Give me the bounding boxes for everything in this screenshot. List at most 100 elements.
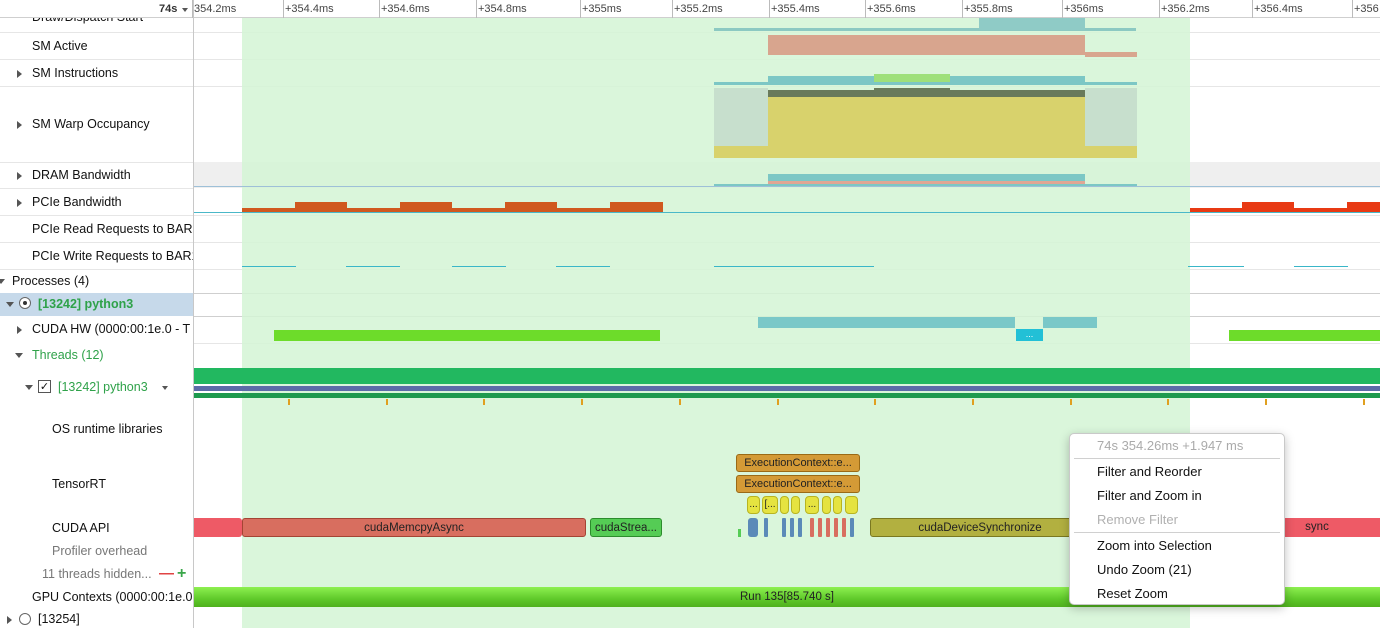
sm-active-peak [979,18,1085,30]
row-label: Threads (12) [32,348,104,362]
row-cuda-api[interactable]: CUDA API [0,520,193,538]
cuda-api-memcpy-small[interactable] [842,518,846,537]
row-threads[interactable]: Threads (12) [0,347,193,365]
ruler-tick-label: +355.2ms [674,3,723,15]
row-dram-bandwidth[interactable]: DRAM Bandwidth [0,167,193,185]
row-label: Processes (4) [12,274,90,288]
row-pcie-write[interactable]: PCIe Write Requests to BAR1 [0,248,193,266]
cuda-api-memcpy-small[interactable] [826,518,830,537]
cuda-api-left-edge[interactable] [194,518,242,537]
expand-arrow-icon[interactable] [17,326,22,334]
cuda-hw-memcpy-2[interactable] [1043,317,1097,328]
thread-sample-mark [776,399,779,405]
row-threads-hidden[interactable]: 11 threads hidden... — + [0,566,193,584]
row-label: 11 threads hidden... [42,567,152,581]
pcie-write-3 [452,266,506,267]
cuda-api-memcpy-small[interactable] [818,518,822,537]
cuda-api-launch[interactable] [764,518,768,537]
row-process-13254[interactable]: [13254] [0,611,193,628]
cuda-api-launch[interactable] [782,518,786,537]
cuda-api-launch[interactable] [790,518,794,537]
cuda-stream-sync[interactable]: cudaStrea... [590,518,662,537]
row-gpu-contexts[interactable]: GPU Contexts (0000:00:1e.0 [0,589,193,607]
tensorrt-layer[interactable] [833,496,842,514]
row-label: [13254] [38,612,80,626]
thread-sample-mark [288,399,290,405]
cuda-device-synchronize[interactable]: cudaDeviceSynchronize [870,518,1090,537]
process-radio-icon[interactable] [19,613,31,625]
expand-arrow-icon[interactable] [17,70,22,78]
row-pcie-bandwidth[interactable]: PCIe Bandwidth [0,194,193,212]
ruler-tick-label: +355.6ms [867,3,916,15]
cuda-hw-memcpy[interactable] [758,317,1015,328]
collapse-arrow-icon[interactable] [0,279,5,284]
ruler-tick-mark [672,0,673,18]
tensorrt-layer[interactable] [845,496,858,514]
menu-filter-reorder[interactable]: Filter and Reorder [1097,464,1202,479]
expand-arrow-icon[interactable] [17,199,22,207]
row-sm-warp-occupancy[interactable]: SM Warp Occupancy [0,116,193,134]
row-pcie-read[interactable]: PCIe Read Requests to BAR1 [0,221,193,239]
pcie-baseline [194,212,1380,213]
row-label-panel: Draw/Dispatch Start SM Active SM Instruc… [0,0,193,628]
ruler-tick-label: +356.4ms [1254,3,1303,15]
sm-warp-right [1085,88,1137,146]
tensorrt-layer[interactable] [780,496,789,514]
cuda-api-launch[interactable] [748,518,758,537]
row-processes[interactable]: Processes (4) [0,273,193,291]
row-process-python[interactable]: [13242] python3 [0,293,193,316]
thread-sample-mark [1265,399,1267,405]
ruler-tick-mark [379,0,380,18]
row-cuda-hw[interactable]: CUDA HW (0000:00:1e.0 - T [0,321,193,339]
minus-icon[interactable]: — [159,566,174,581]
thread-cpu-bar[interactable] [194,368,1380,384]
menu-zoom-selection[interactable]: Zoom into Selection [1097,538,1212,553]
row-os-runtime[interactable]: OS runtime libraries [0,421,193,439]
row-sm-instructions[interactable]: SM Instructions [0,65,193,83]
ruler-tick-label: +356.2ms [1161,3,1210,15]
cuda-api-memcpy-small[interactable] [834,518,838,537]
cuda-hw-green-2[interactable] [1229,330,1380,341]
tensorrt-layer[interactable]: [... [762,496,778,514]
expand-arrow-icon[interactable] [7,616,12,624]
panel-divider[interactable] [193,0,194,628]
cuda-api-memcpy-small[interactable] [810,518,814,537]
ruler-tick-label: +356ms [1064,3,1104,15]
tensorrt-layer[interactable]: ... [805,496,819,514]
plus-icon[interactable]: + [177,566,186,582]
menu-remove-filter: Remove Filter [1097,512,1178,527]
tensorrt-layer[interactable] [822,496,831,514]
row-sm-active[interactable]: SM Active [0,38,193,56]
cuda-hw-kernel[interactable]: ... [1016,329,1043,341]
row-profiler-overhead[interactable]: Profiler overhead [0,543,193,561]
tensorrt-layer[interactable]: ... [747,496,760,514]
ruler-zoom-label[interactable]: 74s [159,3,177,15]
menu-reset-zoom[interactable]: Reset Zoom [1097,586,1168,601]
dropdown-arrow-icon[interactable] [162,386,168,390]
row-thread-python[interactable]: ✓ [13242] python3 [0,378,193,398]
cuda-memcpy-async[interactable]: cudaMemcpyAsync [242,518,586,537]
row-tensorrt[interactable]: TensorRT [0,476,193,494]
tensorrt-exec-context-1[interactable]: ExecutionContext::e... [736,454,860,472]
time-ruler[interactable]: 74s 354.2ms +354.4ms +354.6ms +354.8ms +355m… [0,0,1380,18]
cuda-hw-green-1[interactable] [274,330,660,341]
cuda-api-launch[interactable] [798,518,802,537]
thread-sample-mark [1362,399,1365,405]
tensorrt-exec-context-2[interactable]: ExecutionContext::e... [736,475,860,493]
menu-filter-zoom-in[interactable]: Filter and Zoom in [1097,488,1202,503]
pcie-write-6 [1188,266,1244,267]
menu-undo-zoom[interactable]: Undo Zoom (21) [1097,562,1192,577]
tensorrt-layer[interactable] [791,496,800,514]
pcie-write-2 [346,266,400,267]
pcie-peak-1 [295,202,347,212]
ruler-dropdown-icon[interactable] [182,8,188,12]
expand-arrow-icon[interactable] [17,172,22,180]
collapse-arrow-icon[interactable] [15,353,23,358]
expand-arrow-icon[interactable] [17,121,22,129]
collapse-arrow-icon[interactable] [6,302,14,307]
collapse-arrow-icon[interactable] [25,385,33,390]
cuda-api-launch[interactable] [850,518,854,537]
ruler-tick-mark [962,0,963,18]
thread-checkbox[interactable]: ✓ [38,380,51,393]
process-radio-icon[interactable] [19,297,31,309]
